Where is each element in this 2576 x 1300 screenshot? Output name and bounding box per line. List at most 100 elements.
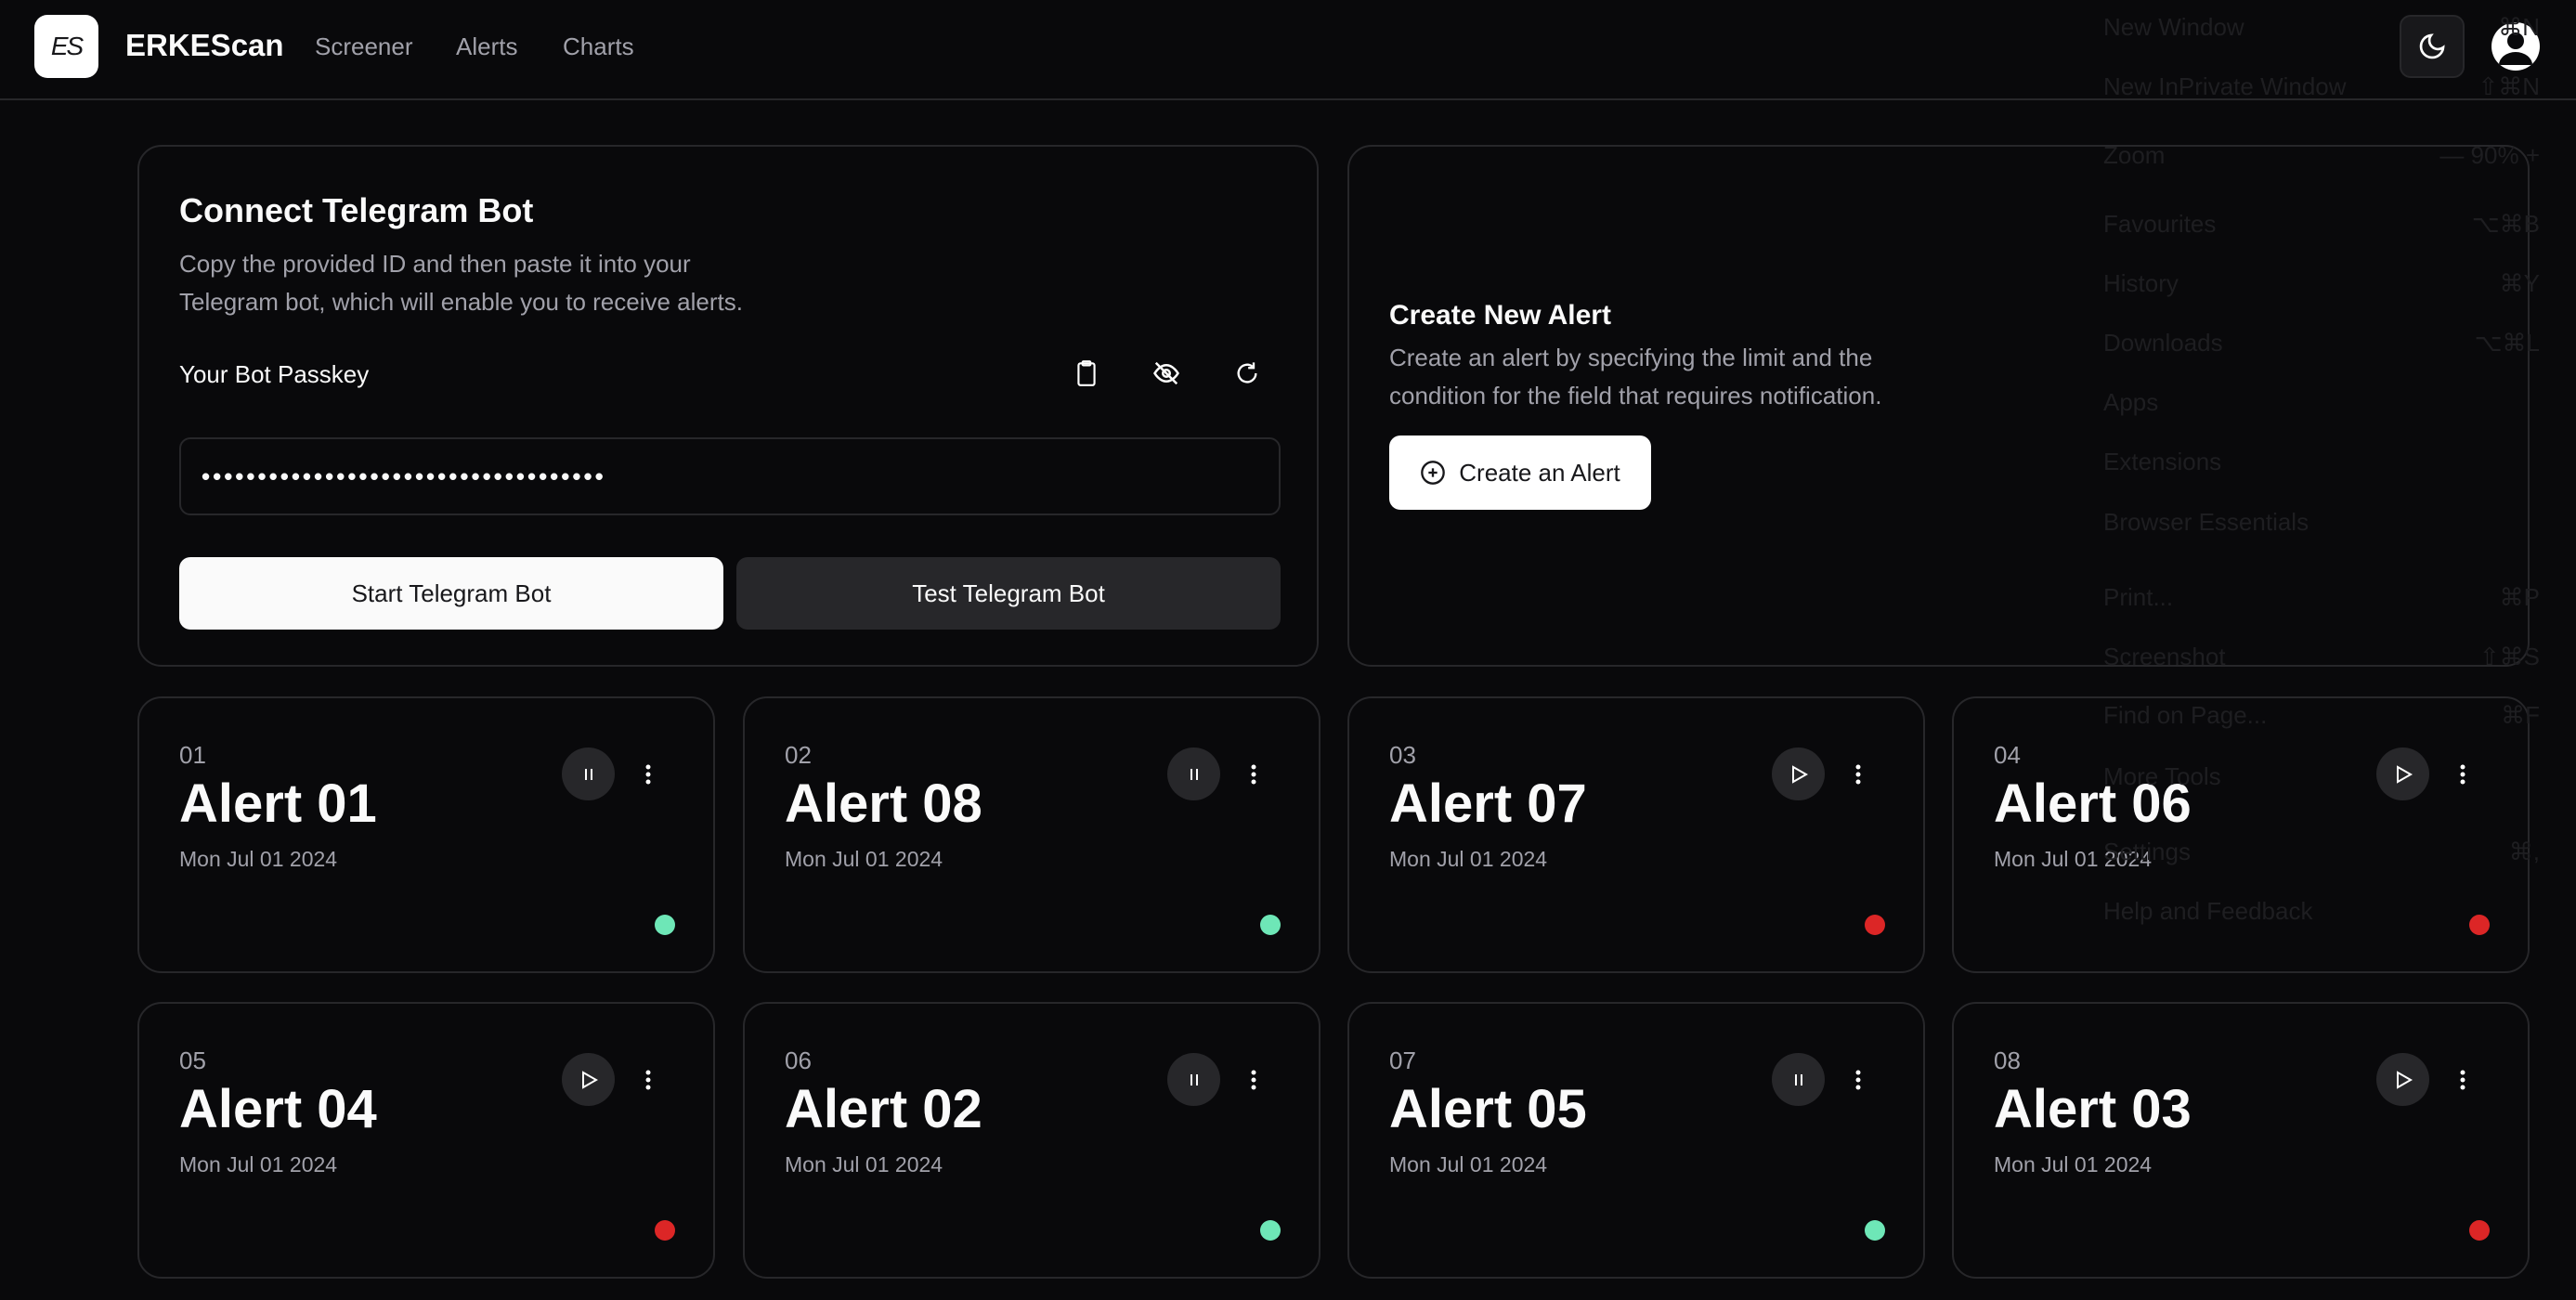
alert-number: 05 <box>179 1046 206 1074</box>
alert-number: 07 <box>1389 1046 1416 1074</box>
more-options-button[interactable] <box>1847 1060 1869 1100</box>
play-button[interactable] <box>2376 1053 2429 1106</box>
status-indicator-active <box>655 915 675 935</box>
more-vertical-icon <box>645 1070 651 1090</box>
top-navbar: ES ERKEScan Screener Alerts Charts <box>0 0 2576 100</box>
theme-toggle-button[interactable] <box>2400 15 2465 78</box>
refresh-icon <box>1237 362 1257 384</box>
pause-icon <box>1190 1073 1198 1086</box>
desc-line: Create an alert by specifying the limit … <box>1389 344 1873 371</box>
alert-card[interactable]: 01 Alert 01 Mon Jul 01 2024 <box>137 696 715 973</box>
alert-card[interactable]: 06 Alert 02 Mon Jul 01 2024 <box>743 1002 1321 1279</box>
alert-date: Mon Jul 01 2024 <box>1994 847 2153 871</box>
status-indicator-inactive <box>2469 915 2490 935</box>
alert-date: Mon Jul 01 2024 <box>179 1152 338 1176</box>
alert-number: 02 <box>785 741 812 769</box>
desc-line: Telegram bot, which will enable you to r… <box>179 288 743 316</box>
play-icon <box>1791 764 1808 784</box>
more-options-button[interactable] <box>2452 1060 2474 1100</box>
more-vertical-icon <box>2460 764 2465 785</box>
more-vertical-icon <box>1855 1070 1861 1090</box>
plus-circle-icon <box>1421 461 1446 485</box>
status-indicator-inactive <box>655 1220 675 1241</box>
alert-number: 08 <box>1994 1046 2021 1074</box>
more-options-button[interactable] <box>637 1060 659 1100</box>
brand-name[interactable]: ERKEScan <box>125 28 284 63</box>
desc-line: condition for the field that requires no… <box>1389 382 1882 410</box>
alert-card[interactable]: 03 Alert 07 Mon Jul 01 2024 <box>1347 696 1925 973</box>
alert-number: 03 <box>1389 741 1416 769</box>
pause-button[interactable] <box>1167 748 1220 800</box>
play-icon <box>2396 1070 2413 1089</box>
more-vertical-icon <box>2460 1070 2465 1090</box>
play-icon <box>581 1070 598 1089</box>
logo[interactable]: ES <box>34 15 98 78</box>
alert-title: Alert 02 <box>785 1079 982 1139</box>
alert-number: 01 <box>179 741 206 769</box>
alert-title: Alert 05 <box>1389 1079 1587 1139</box>
telegram-card: Connect Telegram Bot Copy the provided I… <box>137 145 1319 667</box>
alert-title: Alert 07 <box>1389 774 1587 834</box>
more-options-button[interactable] <box>1242 1060 1265 1100</box>
create-alert-title: Create New Alert <box>1389 300 1611 331</box>
telegram-title: Connect Telegram Bot <box>179 191 534 229</box>
telegram-description: Copy the provided ID and then paste it i… <box>179 245 743 321</box>
clipboard-icon <box>1077 360 1096 386</box>
nav-charts[interactable]: Charts <box>563 32 634 61</box>
copy-button[interactable] <box>1066 353 1107 394</box>
start-telegram-bot-button[interactable]: Start Telegram Bot <box>179 557 723 630</box>
alert-card[interactable]: 02 Alert 08 Mon Jul 01 2024 <box>743 696 1321 973</box>
more-vertical-icon <box>1251 764 1256 785</box>
alert-card[interactable]: 07 Alert 05 Mon Jul 01 2024 <box>1347 1002 1925 1279</box>
nav-alerts[interactable]: Alerts <box>456 32 517 61</box>
play-button[interactable] <box>1772 748 1825 800</box>
alert-date: Mon Jul 01 2024 <box>785 1152 943 1176</box>
play-icon <box>2396 764 2413 784</box>
pause-button[interactable] <box>1772 1053 1825 1106</box>
more-options-button[interactable] <box>2452 754 2474 795</box>
more-vertical-icon <box>1855 764 1861 785</box>
pause-icon <box>1794 1073 1802 1086</box>
create-alert-card: Create New Alert Create an alert by spec… <box>1347 145 2530 667</box>
moon-icon <box>2419 33 2445 59</box>
alert-title: Alert 01 <box>179 774 377 834</box>
pause-icon <box>584 768 592 780</box>
pause-button[interactable] <box>562 748 615 800</box>
alert-title: Alert 06 <box>1994 774 2192 834</box>
create-alert-button[interactable]: Create an Alert <box>1389 436 1651 510</box>
regenerate-button[interactable] <box>1227 353 1268 394</box>
pause-icon <box>1190 768 1198 780</box>
status-indicator-active <box>1260 915 1281 935</box>
more-vertical-icon <box>645 764 651 785</box>
more-vertical-icon <box>1251 1070 1256 1090</box>
alert-date: Mon Jul 01 2024 <box>1389 1152 1548 1176</box>
toggle-visibility-button[interactable] <box>1146 353 1187 394</box>
alert-date: Mon Jul 01 2024 <box>1994 1152 2153 1176</box>
more-options-button[interactable] <box>1847 754 1869 795</box>
alert-title: Alert 03 <box>1994 1079 2192 1139</box>
alert-date: Mon Jul 01 2024 <box>1389 847 1548 871</box>
alert-card[interactable]: 04 Alert 06 Mon Jul 01 2024 <box>1952 696 2530 973</box>
play-button[interactable] <box>2376 748 2429 800</box>
pause-button[interactable] <box>1167 1053 1220 1106</box>
user-icon <box>2499 32 2532 65</box>
alert-card[interactable]: 08 Alert 03 Mon Jul 01 2024 <box>1952 1002 2530 1279</box>
more-options-button[interactable] <box>637 754 659 795</box>
test-telegram-bot-button[interactable]: Test Telegram Bot <box>736 557 1281 630</box>
passkey-input[interactable]: •••••••••••••••••••••••••••••••••••• <box>179 437 1281 515</box>
status-indicator-inactive <box>1865 915 1885 935</box>
alert-number: 06 <box>785 1046 812 1074</box>
desc-line: Copy the provided ID and then paste it i… <box>179 250 691 278</box>
play-button[interactable] <box>562 1053 615 1106</box>
status-indicator-inactive <box>2469 1220 2490 1241</box>
eye-off-icon <box>1153 361 1179 385</box>
alert-card[interactable]: 05 Alert 04 Mon Jul 01 2024 <box>137 1002 715 1279</box>
nav-screener[interactable]: Screener <box>315 32 413 61</box>
user-avatar[interactable] <box>2491 22 2540 71</box>
more-options-button[interactable] <box>1242 754 1265 795</box>
passkey-label: Your Bot Passkey <box>179 360 370 388</box>
alert-number: 04 <box>1994 741 2021 769</box>
create-alert-description: Create an alert by specifying the limit … <box>1389 339 1881 415</box>
status-indicator-active <box>1260 1220 1281 1241</box>
create-alert-label: Create an Alert <box>1459 458 1620 487</box>
